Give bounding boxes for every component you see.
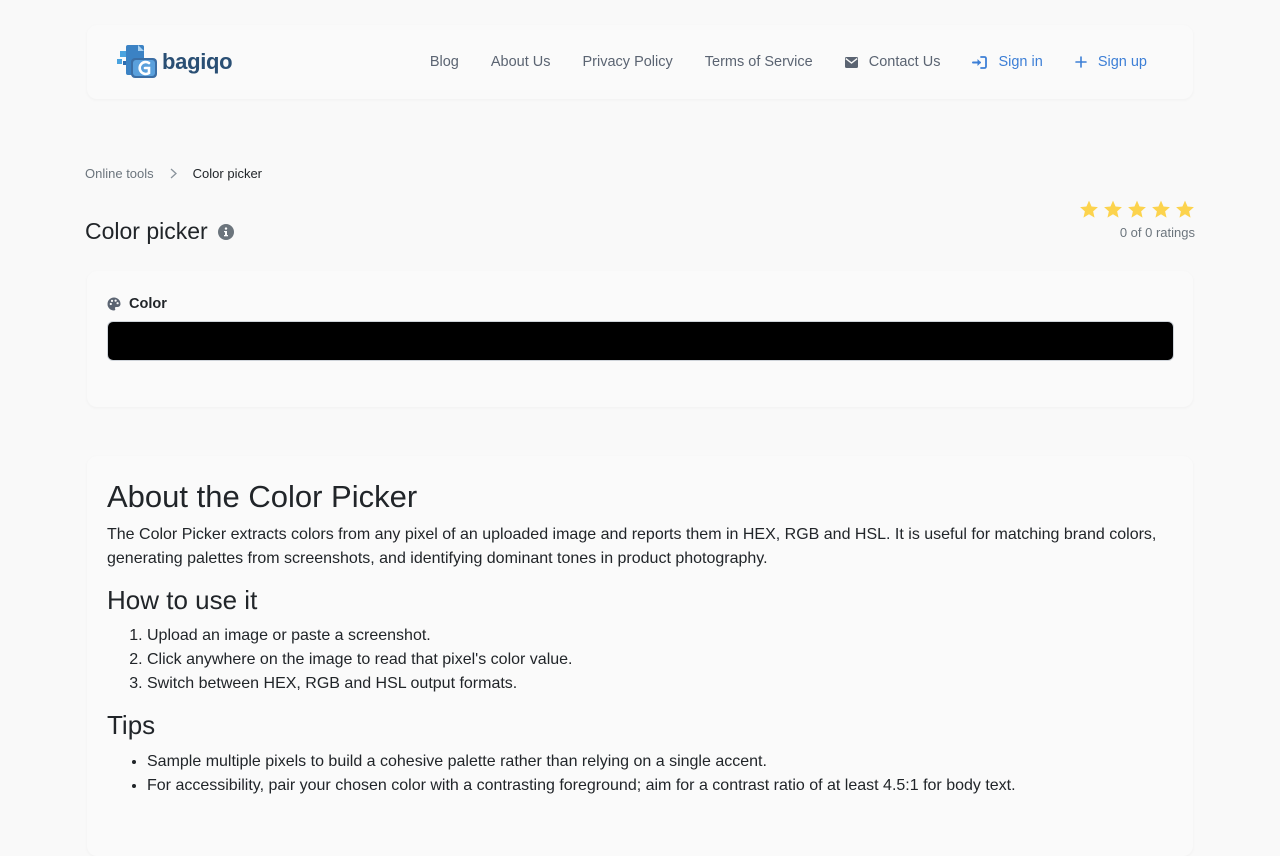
list-item: Click anywhere on the image to read that… <box>147 648 1173 672</box>
nav-contact-us[interactable]: Contact Us <box>844 54 941 70</box>
nav-about-us-label: About Us <box>490 54 551 70</box>
tips-title: Tips <box>107 710 156 741</box>
envelope-icon <box>844 56 858 68</box>
nav-sign-up[interactable]: Sign up <box>1075 54 1147 70</box>
nav-about-us[interactable]: About Us <box>491 54 551 70</box>
list-item: For accessibility, pair your chosen colo… <box>147 774 1173 798</box>
rating-text: 0 of 0 ratings <box>1119 225 1195 240</box>
star-icon[interactable] <box>1127 200 1147 219</box>
color-label-text: Color <box>129 296 167 312</box>
about-description: The Color Picker extracts colors from an… <box>107 526 1157 568</box>
nav-sign-in-label: Sign in <box>998 54 1043 70</box>
logo-text: bagiqo <box>162 49 233 74</box>
logo[interactable]: bagiqo <box>117 42 233 82</box>
nav-privacy-policy[interactable]: Privacy Policy <box>583 54 673 70</box>
about-section: About the Color Picker The Color Picker … <box>87 456 1193 856</box>
star-icon[interactable] <box>1151 200 1171 219</box>
logo-icon <box>117 45 157 78</box>
nav-privacy-policy-label: Privacy Policy <box>582 54 673 70</box>
list-item: Sample multiple pixels to build a cohesi… <box>147 750 1173 774</box>
nav-terms-of-service[interactable]: Terms of Service <box>705 54 813 70</box>
color-input[interactable] <box>107 321 1174 361</box>
main-nav: Blog About Us Privacy Policy Terms of Se… <box>398 54 1163 70</box>
nav-contact-us-label: Contact Us <box>868 54 941 70</box>
rating-stars <box>1079 200 1195 219</box>
about-title: About the Color Picker <box>107 479 418 514</box>
page-title-row: Color picker <box>85 218 234 245</box>
breadcrumb: Online tools Color picker <box>85 166 262 181</box>
sign-in-icon <box>972 55 988 69</box>
info-icon[interactable] <box>217 223 234 240</box>
plus-icon <box>1075 56 1087 68</box>
palette-icon <box>107 297 121 311</box>
list-item: Switch between HEX, RGB and HSL output f… <box>147 672 1173 696</box>
nav-blog-label: Blog <box>429 54 459 70</box>
list-item: Upload an image or paste a screenshot. <box>147 624 1173 648</box>
nav-terms-of-service-label: Terms of Service <box>704 54 813 70</box>
site-header: bagiqo Blog About Us Privacy Policy Term… <box>87 25 1193 99</box>
color-picker-card: Color <box>87 271 1193 407</box>
how-to-steps: Upload an image or paste a screenshot. C… <box>107 624 1173 696</box>
tips-list: Sample multiple pixels to build a cohesi… <box>107 750 1173 798</box>
breadcrumb-current: Color picker <box>192 166 263 181</box>
nav-sign-up-label: Sign up <box>1097 54 1147 70</box>
page-title: Color picker <box>85 218 208 244</box>
rating-widget: 0 of 0 ratings <box>1079 200 1195 240</box>
nav-blog[interactable]: Blog <box>430 54 459 70</box>
star-icon[interactable] <box>1175 200 1195 219</box>
star-icon[interactable] <box>1079 200 1099 219</box>
nav-sign-in[interactable]: Sign in <box>972 54 1043 70</box>
how-to-title: How to use it <box>107 585 258 616</box>
chevron-right-icon <box>170 168 177 179</box>
color-field-label: Color <box>107 296 1173 312</box>
breadcrumb-online-tools[interactable]: Online tools <box>85 166 154 181</box>
star-icon[interactable] <box>1103 200 1123 219</box>
